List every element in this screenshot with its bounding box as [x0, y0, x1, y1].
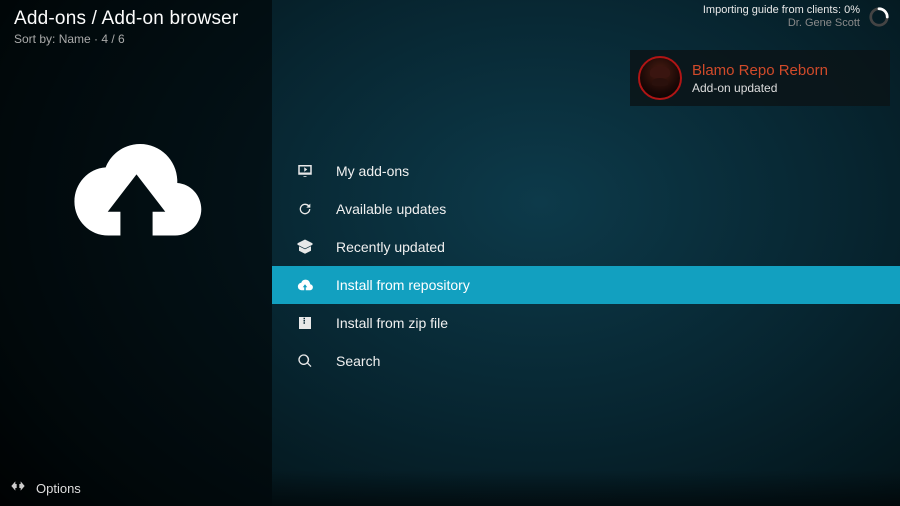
menu-item-available-updates[interactable]: Available updates [272, 190, 900, 228]
cloud-download-icon [296, 276, 314, 294]
options-label: Options [36, 481, 81, 496]
monitor-icon [296, 162, 314, 180]
cloud-download-icon [64, 120, 209, 265]
open-box-icon [296, 238, 314, 256]
header: Add-ons / Add-on browser Sort by: Name ·… [0, 0, 272, 50]
toast-title: Blamo Repo Reborn [692, 62, 828, 79]
menu-item-label: Search [336, 353, 380, 369]
bottom-gradient [272, 470, 900, 506]
status-area: Importing guide from clients: 0% Dr. Gen… [703, 4, 860, 29]
menu-item-label: My add-ons [336, 163, 409, 179]
menu-item-my-addons[interactable]: My add-ons [272, 152, 900, 190]
menu-item-label: Available updates [336, 201, 446, 217]
notification-toast[interactable]: Blamo Repo Reborn Add-on updated [630, 50, 890, 106]
footer-bar[interactable]: Options [0, 470, 272, 506]
sort-prefix: Sort by: [14, 32, 59, 46]
sort-field: Name [59, 32, 91, 46]
status-detail: Dr. Gene Scott [703, 17, 860, 29]
sort-separator: · [91, 32, 102, 46]
menu-item-label: Install from zip file [336, 315, 448, 331]
sort-line: Sort by: Name · 4 / 6 [14, 32, 258, 46]
toast-avatar-icon [638, 56, 682, 100]
breadcrumb: Add-ons / Add-on browser [14, 8, 258, 30]
options-icon [10, 478, 26, 499]
sort-position: 4 / 6 [101, 32, 124, 46]
loading-spinner-icon [868, 6, 890, 28]
menu-item-install-from-zip[interactable]: Install from zip file [272, 304, 900, 342]
refresh-icon [296, 200, 314, 218]
zip-box-icon [296, 314, 314, 332]
sidebar-hero-icon-wrap [0, 50, 272, 470]
menu-item-label: Recently updated [336, 239, 445, 255]
toast-text: Blamo Repo Reborn Add-on updated [692, 62, 828, 95]
menu-item-recently-updated[interactable]: Recently updated [272, 228, 900, 266]
search-icon [296, 352, 314, 370]
status-progress: Importing guide from clients: 0% [703, 4, 860, 16]
toast-subtitle: Add-on updated [692, 81, 828, 95]
menu-item-label: Install from repository [336, 277, 470, 293]
menu-item-search[interactable]: Search [272, 342, 900, 380]
main-menu: My add-ons Available updates Recently up… [272, 152, 900, 380]
menu-item-install-from-repository[interactable]: Install from repository [272, 266, 900, 304]
sidebar-panel: Add-ons / Add-on browser Sort by: Name ·… [0, 0, 272, 506]
